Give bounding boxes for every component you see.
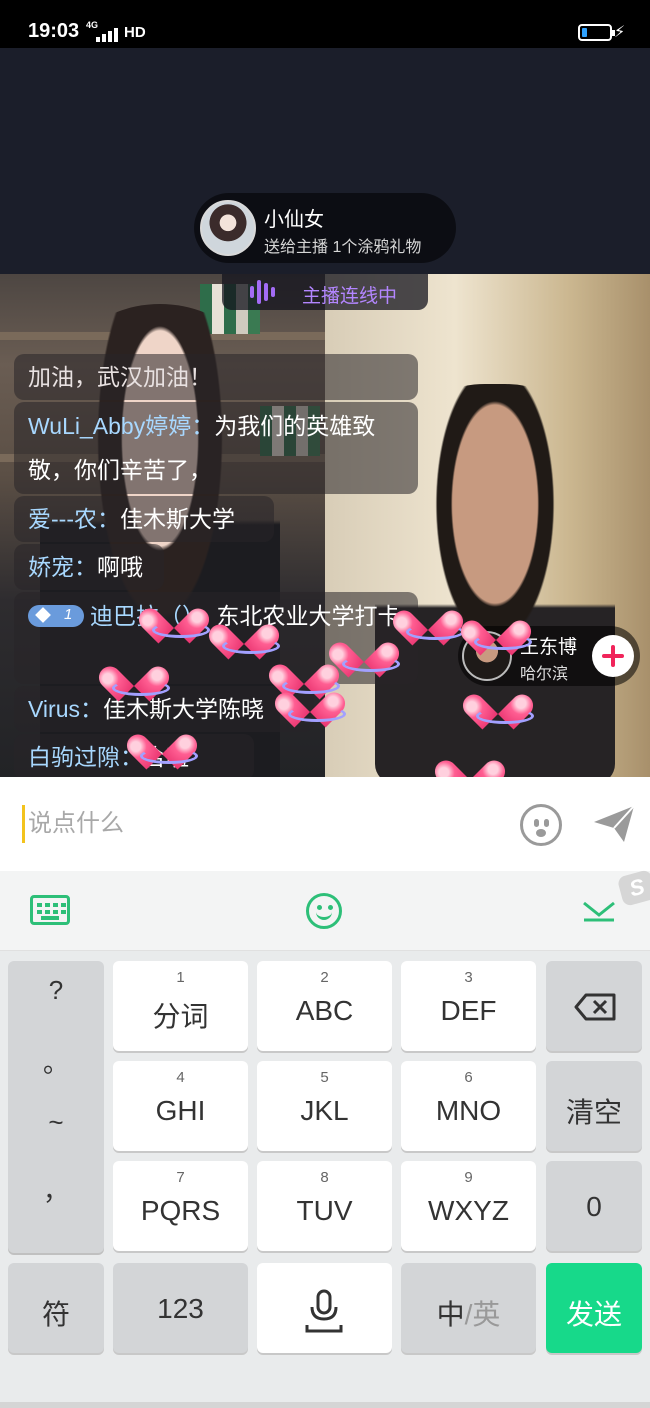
chat-message: WuLi_Abby婷婷：为我们的英雄致敬，你们辛苦了， [14,402,418,494]
heart-like-icon [342,622,400,676]
chat-username[interactable]: 爱---农： [28,506,120,532]
gift-notice: 小仙女 送给主播 1个涂鸦礼物 [194,193,456,263]
nav-bar-hint [0,1402,650,1408]
emoji-button[interactable] [520,804,562,846]
heart-like-icon [222,604,280,658]
status-time: 19:03 [28,20,80,42]
gift-message: 送给主播 1个涂鸦礼物 [264,239,422,256]
key-1[interactable]: 1 分词 [113,961,248,1051]
key-4[interactable]: 4 GHI [113,1061,248,1151]
chat-username[interactable]: Virus： [28,696,103,722]
chat-text: 加油，武汉加油！ [28,364,212,390]
heart-like-icon [152,588,210,642]
live-video-area[interactable]: 主播连线中 加油，武汉加油！ WuLi_Abby婷婷：为我们的英雄致敬，你们辛苦… [0,274,650,777]
symbol-column[interactable]: ? 。 ~ ， [8,961,104,1253]
ime-logo: S [616,869,650,907]
clear-button[interactable]: 清空 [546,1061,642,1151]
chat-username[interactable]: WuLi_Abby婷婷： [28,413,214,439]
key-8[interactable]: 8 TUV [257,1161,392,1251]
key-2[interactable]: 2 ABC [257,961,392,1051]
chat-username[interactable]: 白驹过隙： [28,744,143,770]
symbol-key[interactable]: 。 [8,1043,104,1080]
co-host-banner: 主播连线中 [222,274,428,310]
smile-icon[interactable] [306,893,342,929]
signal-icon [96,26,122,42]
status-bar: 19:03 4G HD ⚡ [0,0,650,48]
battery-icon [578,24,615,41]
language-toggle-key[interactable]: 中/英 [401,1263,536,1353]
chat-text: 啊哦 [97,554,143,580]
ime-keyboard: S ? 。 ~ ， 1 分词 2 ABC 3 DEF 4 GHI 5 JKL 6 MNO 清… [0,869,650,1408]
key-3[interactable]: 3 DEF [401,961,536,1051]
key-7[interactable]: 7 PQRS [113,1161,248,1251]
voice-input-key[interactable] [257,1263,392,1353]
heart-like-icon [448,740,506,777]
symbol-key[interactable]: ~ [8,1107,104,1138]
symbol-key[interactable]: ? [8,975,104,1006]
user-level-badge: 1 [28,604,84,627]
heart-like-icon [112,646,170,700]
number-mode-key[interactable]: 123 [113,1263,248,1353]
heart-like-icon [406,590,464,644]
hd-label: HD [124,24,146,41]
comment-input[interactable] [22,799,492,849]
keyboard-toolbar: S [0,869,650,951]
chat-message: 娇宠：啊哦 [14,544,164,590]
audio-wave-icon [250,280,278,304]
send-button[interactable]: 发送 [546,1263,642,1353]
symbols-key[interactable]: 符 [8,1263,104,1353]
co-host-label: 主播连线中 [302,286,398,307]
key-6[interactable]: 6 MNO [401,1061,536,1151]
keyboard-icon[interactable] [30,895,70,925]
chat-message: 爱---农：佳木斯大学 [14,496,274,542]
key-9[interactable]: 9 WXYZ [401,1161,536,1251]
heart-like-icon [140,714,198,768]
heart-like-icon [476,674,534,728]
send-icon[interactable] [590,800,638,848]
collapse-keyboard-icon[interactable] [582,899,616,923]
gift-sender-name: 小仙女 [264,209,324,231]
chat-text: 佳木斯大学 [119,506,235,532]
backspace-button[interactable] [546,961,642,1051]
chat-message: 加油，武汉加油！ [14,354,418,400]
gift-sender-avatar[interactable] [200,200,256,256]
microphone-icon [305,1289,343,1333]
symbol-key[interactable]: ， [8,1171,104,1208]
follow-button[interactable] [592,635,634,677]
charging-icon: ⚡ [614,24,626,41]
heart-like-icon [288,672,346,726]
key-0[interactable]: 0 [546,1161,642,1251]
heart-like-icon [192,758,250,777]
heart-like-icon [474,600,532,654]
chat-username[interactable]: 娇宠： [28,554,97,580]
key-5[interactable]: 5 JKL [257,1061,392,1151]
backspace-icon [574,993,616,1021]
diamond-icon [35,607,51,623]
